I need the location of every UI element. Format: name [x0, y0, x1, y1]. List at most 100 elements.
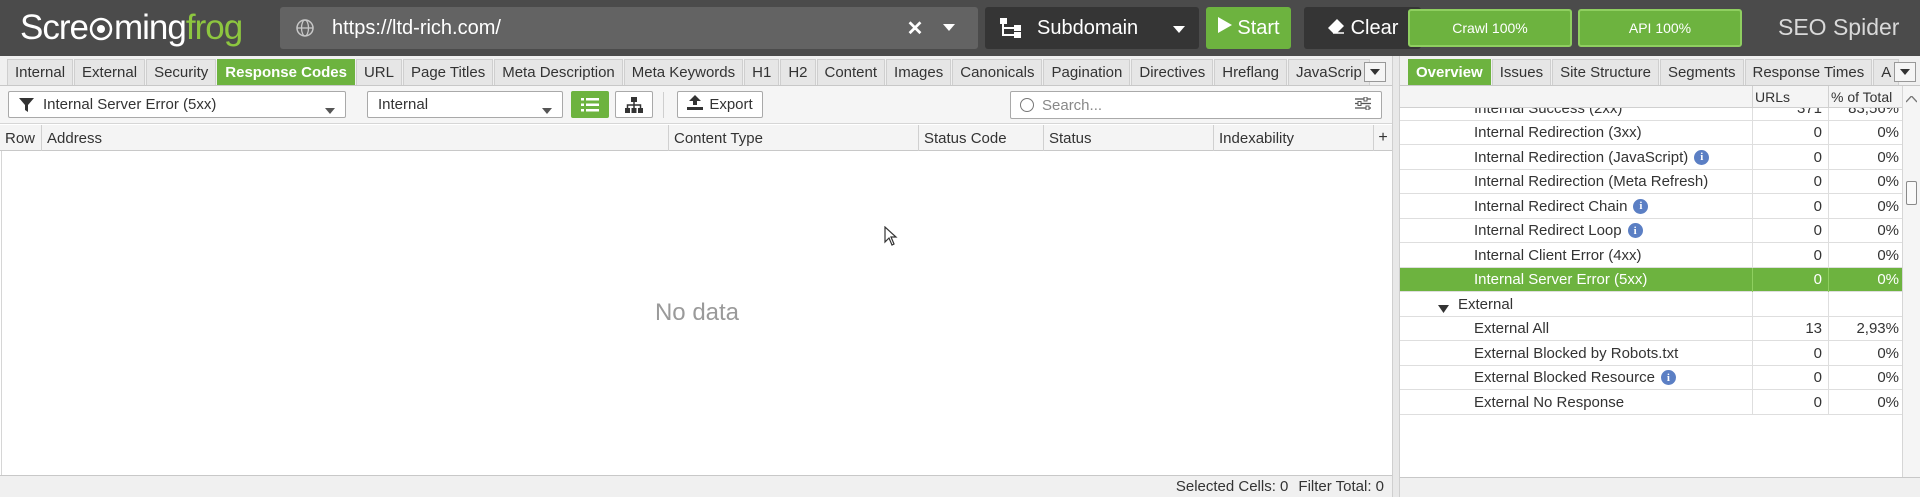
- overview-table-body: Internal Success (2xx) 371 83,56% Internal …: [1400, 108, 1902, 477]
- url-input[interactable]: https://ltd-rich.com/ ✕: [280, 7, 978, 49]
- overview-row-urls: 0: [1752, 365, 1828, 390]
- overview-row-label: Internal Server Error (5xx): [1474, 271, 1648, 289]
- results-table-body[interactable]: No data: [1, 151, 1391, 475]
- overview-row[interactable]: External No Response 0 0%: [1400, 390, 1902, 415]
- scroll-up-icon[interactable]: [1905, 90, 1918, 107]
- overview-row-label: Internal Client Error (4xx): [1474, 246, 1642, 264]
- pane-splitter[interactable]: [1392, 56, 1400, 497]
- tab-directives[interactable]: Directives: [1131, 59, 1214, 85]
- tab-h2[interactable]: H2: [780, 59, 816, 85]
- product-name: SEO Spider: [1778, 14, 1900, 40]
- list-view-button[interactable]: [571, 91, 609, 118]
- side-tab-overflow-dropdown[interactable]: [1894, 62, 1916, 82]
- overview-section-row[interactable]: External: [1400, 292, 1902, 317]
- export-button[interactable]: Export: [677, 91, 763, 118]
- tab-h1[interactable]: H1: [744, 59, 780, 85]
- eraser-icon: [1327, 17, 1345, 40]
- overview-row-label: Internal Redirection (3xx): [1474, 124, 1642, 142]
- start-button-label: Start: [1237, 16, 1280, 39]
- overview-row[interactable]: Internal Redirection (JavaScript) i 0 0%: [1400, 145, 1902, 170]
- top-toolbar: Scre mingfrog https://ltd-rich.com/ ✕ Sub…: [0, 0, 1920, 56]
- crawl-mode-dropdown[interactable]: Subdomain: [985, 7, 1199, 49]
- overview-row[interactable]: External Blocked Resource i 0 0%: [1400, 365, 1902, 390]
- side-pane-footer: [1400, 477, 1920, 497]
- search-icon: [1020, 98, 1034, 112]
- column-header-address[interactable]: Address: [42, 125, 669, 151]
- overview-row[interactable]: Internal Success (2xx) 371 83,56%: [1400, 108, 1902, 121]
- side-tab-site-structure[interactable]: Site Structure: [1552, 59, 1659, 85]
- overview-row-percent: 0%: [1828, 243, 1902, 268]
- overview-row[interactable]: External All 13 2,93%: [1400, 316, 1902, 341]
- overview-row[interactable]: Internal Redirect Chain i 0 0%: [1400, 194, 1902, 219]
- upload-icon: [687, 95, 704, 114]
- tab-meta-description[interactable]: Meta Description: [494, 59, 623, 85]
- mouse-cursor-icon: [884, 225, 898, 250]
- tab-meta-keywords[interactable]: Meta Keywords: [623, 59, 744, 85]
- tree-view-button[interactable]: [615, 91, 653, 118]
- clear-url-icon[interactable]: ✕: [904, 16, 926, 41]
- overview-row-percent: 0%: [1828, 365, 1902, 390]
- filter-dropdown[interactable]: Internal Server Error (5xx): [8, 91, 346, 118]
- chevron-down-icon: [1173, 17, 1185, 40]
- clear-button[interactable]: Clear: [1304, 7, 1421, 49]
- column-header-status[interactable]: Status: [1044, 125, 1214, 151]
- triangle-down-icon[interactable]: [1438, 300, 1449, 317]
- tab-external[interactable]: External: [74, 59, 146, 85]
- tab-content[interactable]: Content: [816, 59, 886, 85]
- info-icon[interactable]: i: [1694, 149, 1710, 165]
- start-button[interactable]: Start: [1206, 7, 1291, 49]
- frog-logo-icon: [89, 10, 113, 50]
- add-column-button[interactable]: +: [1374, 125, 1392, 151]
- column-header-content-type[interactable]: Content Type: [669, 125, 919, 151]
- overview-row-percent: 0%: [1828, 194, 1902, 219]
- tab-images[interactable]: Images: [886, 59, 952, 85]
- overview-row-label: External All: [1474, 320, 1550, 338]
- side-tab-segments[interactable]: Segments: [1659, 59, 1744, 85]
- side-tab-overview[interactable]: Overview: [1408, 59, 1491, 85]
- tab-internal[interactable]: Internal: [7, 59, 74, 85]
- overview-scrollbar[interactable]: [1902, 86, 1920, 477]
- info-icon[interactable]: i: [1627, 223, 1643, 239]
- column-header-urls[interactable]: URLs: [1752, 86, 1828, 108]
- screaming-frog-logo: Scre mingfrog: [20, 8, 243, 50]
- side-tab-response-times[interactable]: Response Times: [1744, 59, 1873, 85]
- column-header-percent-of-total[interactable]: % of Total: [1828, 86, 1902, 108]
- overview-row-percent: 0%: [1828, 218, 1902, 243]
- tab-canonicals[interactable]: Canonicals: [952, 59, 1043, 85]
- scope-dropdown[interactable]: Internal: [367, 91, 563, 118]
- adjust-icon[interactable]: [1355, 96, 1371, 114]
- info-icon[interactable]: i: [1660, 370, 1676, 386]
- overview-row-urls: 0: [1752, 120, 1828, 145]
- overview-row-percent: 0%: [1828, 145, 1902, 170]
- tab-overflow-dropdown[interactable]: [1364, 62, 1386, 82]
- tab-pagination[interactable]: Pagination: [1043, 59, 1131, 85]
- search-box[interactable]: [1010, 91, 1382, 119]
- tab-hreflang[interactable]: Hreflang: [1214, 59, 1287, 85]
- scrollbar-thumb[interactable]: [1906, 181, 1917, 205]
- play-icon: [1217, 16, 1233, 40]
- overview-row[interactable]: Internal Client Error (4xx) 0 0%: [1400, 243, 1902, 268]
- column-header-indexability[interactable]: Indexability: [1214, 125, 1374, 151]
- scope-dropdown-value: Internal: [378, 96, 429, 113]
- tab-response-codes[interactable]: Response Codes: [217, 59, 355, 85]
- tab-page-titles[interactable]: Page Titles: [402, 59, 494, 85]
- overview-row[interactable]: Internal Redirect Loop i 0 0%: [1400, 218, 1902, 243]
- tab-javascrip[interactable]: JavaScrip: [1287, 59, 1370, 85]
- tab-security[interactable]: Security: [146, 59, 217, 85]
- tab-url[interactable]: URL: [355, 59, 402, 85]
- overview-row-urls: [1752, 292, 1828, 317]
- overview-row[interactable]: Internal Redirection (Meta Refresh) 0 0%: [1400, 169, 1902, 194]
- overview-row[interactable]: Internal Redirection (3xx) 0 0%: [1400, 120, 1902, 145]
- overview-row[interactable]: External Blocked by Robots.txt 0 0%: [1400, 341, 1902, 366]
- chevron-down-icon[interactable]: [938, 24, 960, 32]
- info-icon[interactable]: i: [1633, 198, 1649, 214]
- search-input[interactable]: [1040, 95, 1355, 115]
- url-value[interactable]: https://ltd-rich.com/: [332, 17, 904, 40]
- side-tab-issues[interactable]: Issues: [1491, 59, 1552, 85]
- column-header-status-code[interactable]: Status Code: [919, 125, 1044, 151]
- overview-row[interactable]: Internal Server Error (5xx) 0 0%: [1400, 267, 1902, 292]
- overview-row-urls: 13: [1752, 316, 1828, 341]
- empty-table-message: No data: [654, 299, 740, 326]
- column-header-row[interactable]: Row: [0, 125, 42, 151]
- overview-row-percent: 0%: [1828, 169, 1902, 194]
